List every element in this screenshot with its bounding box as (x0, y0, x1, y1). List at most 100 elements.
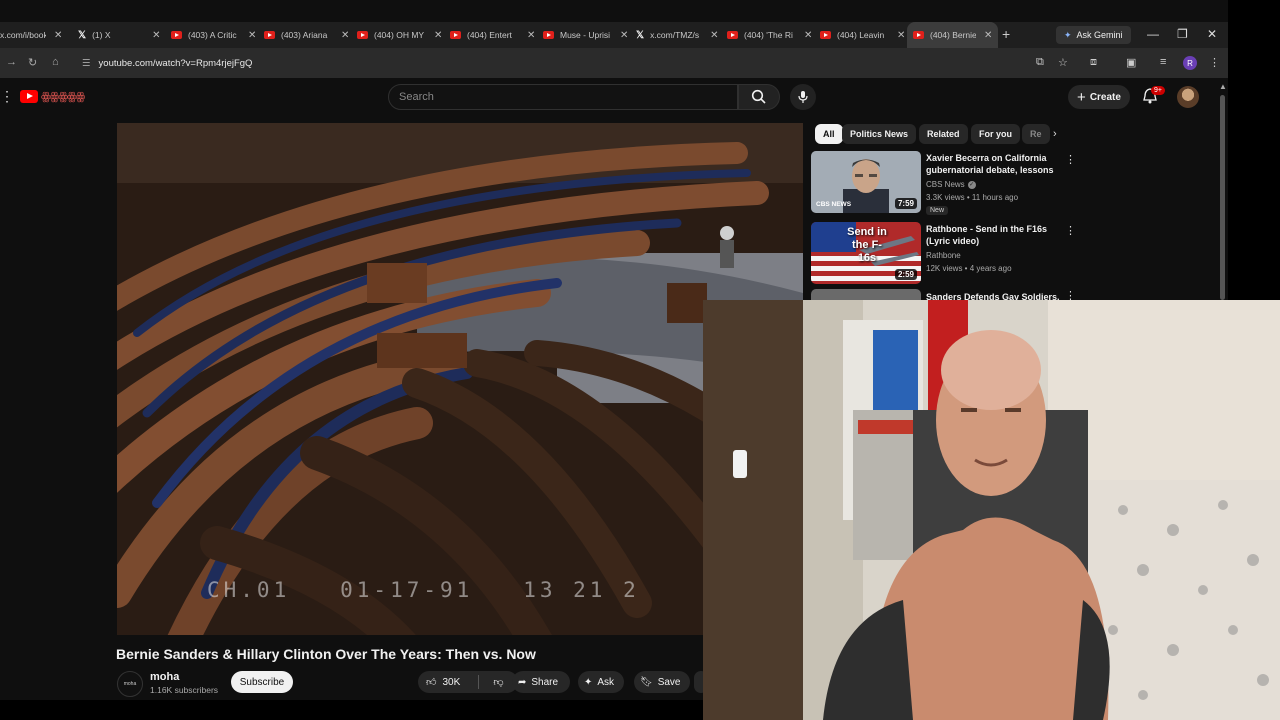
close-icon[interactable]: ✕ (341, 30, 349, 41)
voice-search-button[interactable] (790, 84, 816, 110)
video-thumbnail[interactable]: Send in the F-16s 2:59 (811, 222, 921, 284)
recommendation-item[interactable]: CBS NEWS 7:59 Xavier Becerra on Californ… (811, 151, 1076, 219)
more-options-icon[interactable]: ⋮ (1065, 289, 1071, 300)
save-button[interactable]: 🔖︎ Save (634, 671, 690, 693)
home-icon[interactable]: ⌂ (52, 56, 59, 68)
channel-name[interactable]: moha (150, 671, 179, 683)
recommendation-meta: 3.3K views • 11 hours ago (926, 193, 1019, 202)
tab-title: (404) Leavin (837, 30, 885, 40)
close-icon[interactable]: ✕ (897, 30, 905, 41)
video-thumbnail[interactable]: CBS NEWS 7:59 (811, 151, 921, 213)
reload-icon[interactable]: ↻ (28, 56, 37, 69)
ask-gemini-button[interactable]: ✦ Ask Gemini (1056, 26, 1131, 44)
tab-title: (404) OH MY (374, 30, 425, 40)
restore-icon[interactable]: ❐ (1177, 27, 1188, 41)
minimize-icon[interactable]: — (1147, 27, 1159, 41)
browser-tab[interactable]: (404) Entert ✕ (450, 22, 535, 48)
close-icon[interactable]: ✕ (710, 30, 718, 41)
browser-toolbar: → ↻ ⌂ ☰ youtube.com/watch?v=Rpm4rjejFgQ … (0, 48, 1228, 78)
save-label: Save (657, 676, 681, 688)
close-icon[interactable]: ✕ (620, 30, 628, 41)
bookmark-star-icon[interactable]: ☆ (1058, 56, 1068, 69)
video-duration: 7:59 (894, 198, 917, 209)
video-player[interactable]: CH.01 01-17-91 13 21 2 (117, 123, 803, 635)
chip-partial[interactable]: Re (1022, 124, 1050, 144)
chip-politics-news[interactable]: Politics News (842, 124, 917, 144)
browser-tab[interactable]: (404) OH MY ✕ (357, 22, 442, 48)
youtube-icon (543, 31, 554, 39)
video-thumbnail[interactable] (811, 289, 921, 300)
close-icon[interactable]: ✕ (984, 30, 992, 41)
chip-for-you[interactable]: For you (971, 124, 1020, 144)
browser-tab[interactable]: (403) Ariana ✕ (264, 22, 349, 48)
chevron-right-icon[interactable]: › (1053, 128, 1057, 140)
scrollbar-thumb[interactable] (1220, 95, 1225, 300)
close-icon[interactable]: ✕ (434, 30, 442, 41)
recommendation-channel[interactable]: CBS News ✓ (926, 180, 976, 189)
youtube-logo-icon[interactable] (20, 90, 38, 103)
close-icon[interactable]: ✕ (152, 30, 160, 41)
browser-tab[interactable]: 𝕏 x.com/TMZ/s ✕ (636, 22, 718, 48)
search-button[interactable] (738, 84, 780, 110)
like-count: 30K (442, 676, 461, 688)
share-arrow-icon: ➦ (518, 676, 527, 688)
thumbs-down-icon: 👎︎ (493, 677, 504, 688)
close-window-icon[interactable]: ✕ (1207, 27, 1217, 41)
notification-count-badge: 9+ (1151, 86, 1165, 95)
recommendation-channel[interactable]: Rathbone (926, 251, 961, 260)
browser-tab[interactable]: 𝕏 (1) X ✕ (78, 22, 160, 48)
search-input[interactable] (389, 85, 709, 109)
video-frame-image (117, 123, 803, 635)
recommendation-item[interactable]: Send in the F-16s 2:59 Rathbone - Send i… (811, 222, 1076, 288)
extensions-icon[interactable]: ⧈ (1090, 56, 1097, 69)
youtube-icon (264, 31, 275, 39)
account-avatar[interactable] (1177, 86, 1199, 108)
address-bar[interactable]: ☰ youtube.com/watch?v=Rpm4rjejFgQ (76, 52, 956, 74)
side-panel-icon[interactable]: ▣ (1126, 56, 1136, 69)
subscribe-button[interactable]: Subscribe (231, 671, 293, 693)
bookmark-icon: 🔖︎ (640, 676, 653, 688)
site-info-icon[interactable]: ☰ (82, 58, 91, 69)
recommendation-title[interactable]: Sanders Defends Gay Soldiers, (926, 291, 1061, 300)
more-options-icon[interactable]: ⋮ (1065, 153, 1076, 166)
like-button[interactable]: 👍︎ 30K (418, 671, 478, 693)
new-tab-button[interactable]: + (1002, 26, 1010, 42)
search-icon (751, 89, 766, 104)
close-icon[interactable]: ✕ (54, 30, 62, 41)
chip-related[interactable]: Related (919, 124, 968, 144)
scroll-up-arrow-icon[interactable]: ▲ (1219, 82, 1227, 91)
ask-button[interactable]: ✦ Ask (578, 671, 624, 693)
create-button[interactable]: + Create (1068, 85, 1130, 109)
forward-icon[interactable]: → (6, 56, 17, 68)
share-button[interactable]: ➦ Share (512, 671, 570, 693)
browser-tab[interactable]: Muse - Uprisi ✕ (543, 22, 628, 48)
close-icon[interactable]: ✕ (248, 30, 256, 41)
tab-title: (404) 'The Ri (744, 30, 793, 40)
close-icon[interactable]: ✕ (527, 30, 535, 41)
recommendation-title[interactable]: Rathbone - Send in the F16s (Lyric video… (926, 223, 1061, 247)
tab-title: x.com/TMZ/s (650, 30, 700, 40)
browser-tab[interactable]: (404) 'The Ri ✕ (727, 22, 812, 48)
microphone-icon (798, 91, 808, 103)
x-icon: 𝕏 (636, 29, 645, 41)
more-options-icon[interactable]: ⋮ (1065, 224, 1076, 237)
tab-title: (404) Entert (467, 30, 512, 40)
install-icon[interactable]: ⧉ (1036, 56, 1044, 69)
recommendation-item[interactable]: Sanders Defends Gay Soldiers, ⋮ (811, 289, 1071, 300)
media-icon[interactable]: ≡ (1160, 56, 1166, 68)
chip-all[interactable]: All (815, 124, 843, 144)
hamburger-menu-icon[interactable]: ⋮ (0, 88, 14, 105)
browser-tab[interactable]: (403) A Critic ✕ (171, 22, 256, 48)
youtube-doodle-logo[interactable]: ꙮꙮꙮꙮꙮ (41, 90, 85, 103)
ask-gemini-label: Ask Gemini (1076, 30, 1123, 40)
channel-avatar[interactable]: moha (117, 671, 143, 697)
browser-menu-icon[interactable]: ⋮ (1209, 56, 1220, 69)
close-icon[interactable]: ✕ (804, 30, 812, 41)
browser-tab[interactable]: (404) Leavin ✕ (820, 22, 905, 48)
subscriber-count: 1.16K subscribers (150, 685, 219, 695)
profile-avatar[interactable]: R (1183, 56, 1197, 70)
browser-tab-active[interactable]: (404) Bernie ✕ (907, 22, 999, 48)
recommendation-title[interactable]: Xavier Becerra on California gubernatori… (926, 152, 1061, 176)
browser-tab[interactable]: x.com/i/book ✕ (0, 22, 62, 48)
sparkle-icon: ✦ (584, 676, 593, 688)
